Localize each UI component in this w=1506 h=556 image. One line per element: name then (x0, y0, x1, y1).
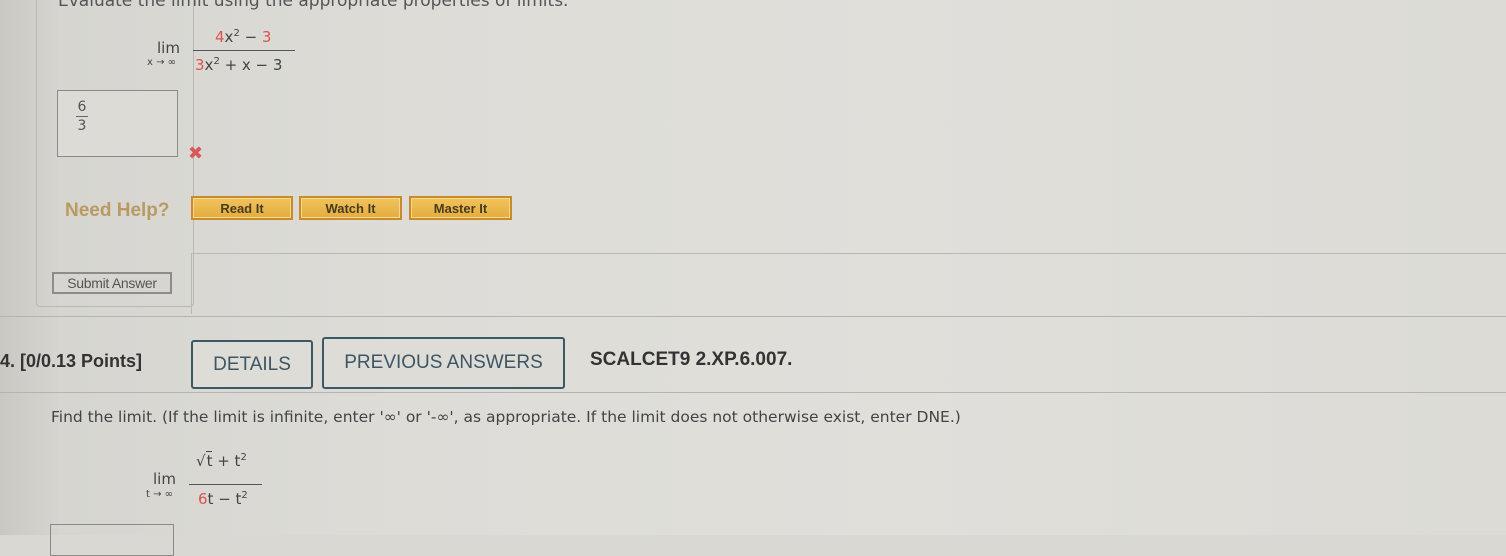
question-code: SCALCET9 2.XP.6.007. (590, 349, 793, 370)
divider (0, 392, 1506, 393)
answer-input[interactable] (50, 524, 174, 556)
master-it-button[interactable]: Master It (409, 196, 512, 220)
submit-answer-button[interactable]: Submit Answer (52, 272, 172, 294)
lim-subscript: t → ∞ (146, 489, 173, 500)
watch-it-button[interactable]: Watch It (299, 196, 402, 220)
details-button[interactable]: DETAILS (191, 340, 313, 389)
denominator-coefficient: 3 (195, 56, 205, 74)
lim-word: lim (153, 470, 176, 488)
sqrt-symbol-icon: √ (196, 452, 206, 470)
lim-word: lim (157, 39, 180, 57)
denominator: 3x2 + x − 3 (195, 56, 283, 74)
numerator: √t + t2 (196, 451, 247, 470)
fraction-bar (189, 484, 262, 485)
previous-answers-button[interactable]: PREVIOUS ANSWERS (322, 337, 565, 389)
denominator-coefficient: 6 (198, 490, 208, 508)
question-instructions: Find the limit. (If the limit is infinit… (51, 408, 961, 426)
answer-fraction: 6 3 (76, 99, 88, 134)
question-points-label: 4. [0/0.13 Points] (0, 351, 143, 371)
denominator: 6t − t2 (198, 490, 248, 508)
fraction-bar (193, 50, 295, 51)
answer-feedback-panel (191, 253, 1506, 314)
divider (0, 316, 1506, 317)
lim-subscript: x → ∞ (147, 57, 176, 68)
numerator-coefficient: 4 (215, 28, 225, 46)
x-mark-icon: ✖ (188, 143, 204, 164)
need-help-label: Need Help? (65, 200, 170, 221)
answer-input[interactable]: 6 3 (57, 90, 178, 157)
read-it-button[interactable]: Read It (191, 196, 293, 220)
numerator: 4x2 − 3 (215, 28, 272, 46)
